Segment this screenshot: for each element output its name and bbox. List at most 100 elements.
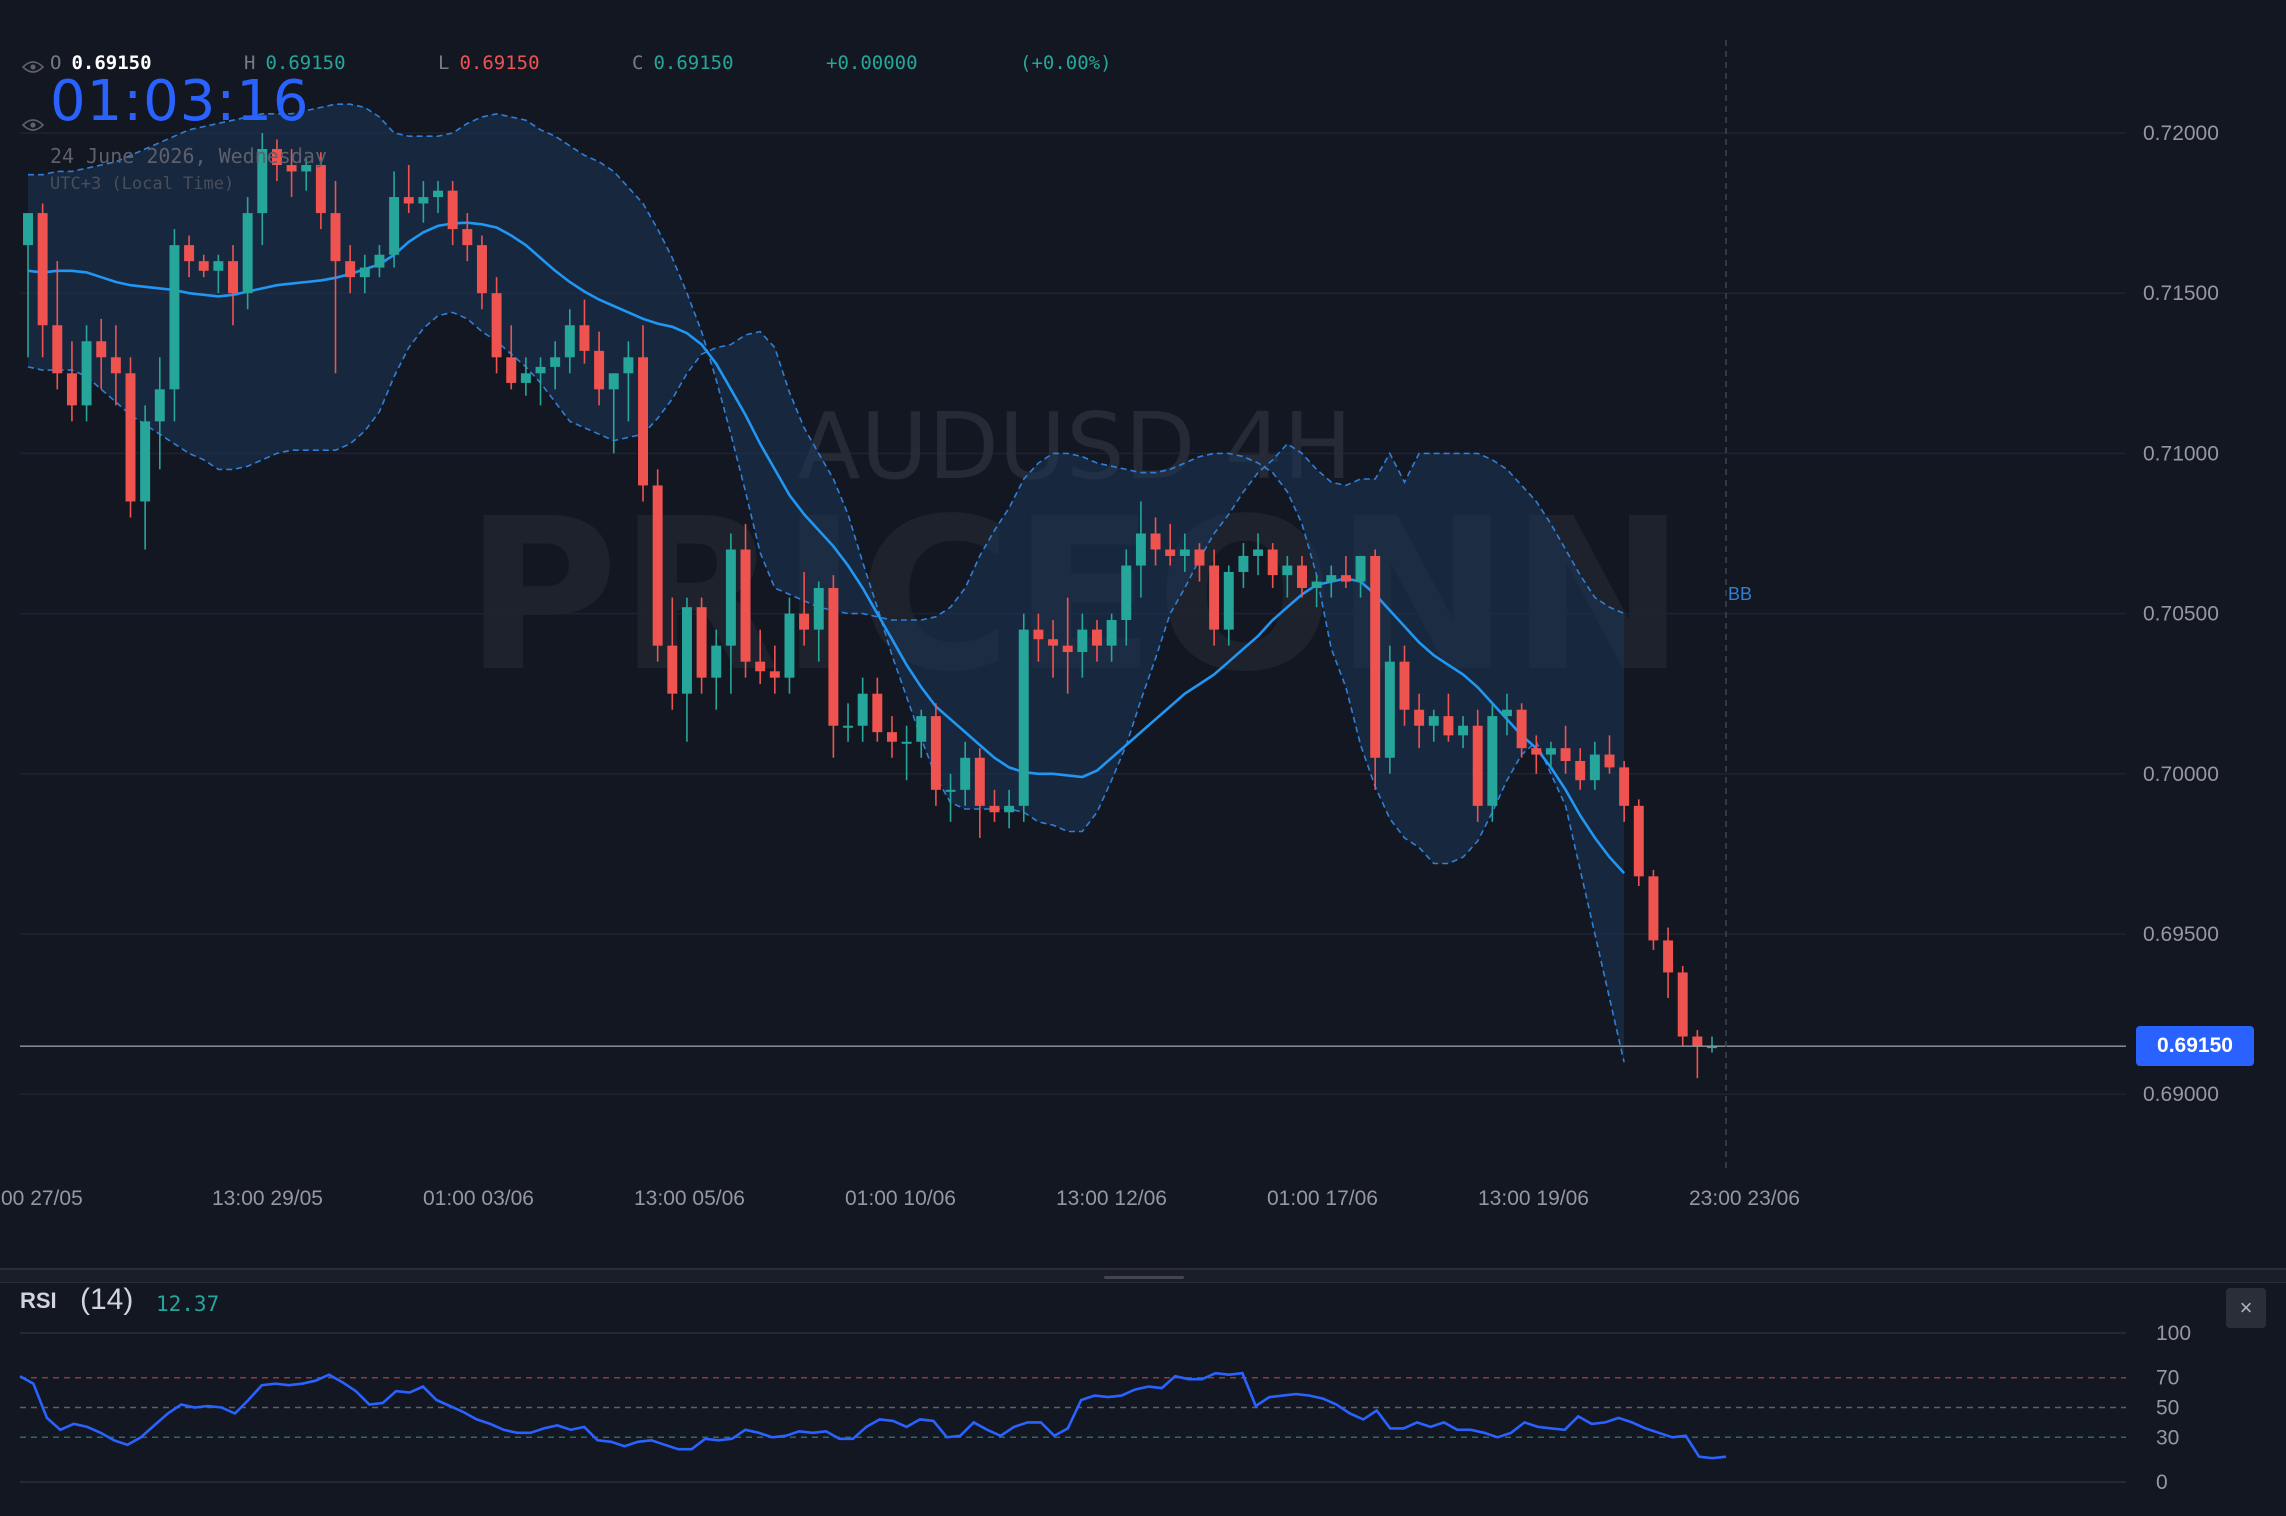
- candle-down: [769, 671, 780, 678]
- candle-down: [506, 357, 517, 383]
- candle-up: [1428, 716, 1439, 726]
- rsi-tick-label: 70: [2156, 1367, 2179, 1390]
- candle-up: [433, 190, 443, 198]
- ohlc-change-percent: (+0.00%): [1020, 52, 1112, 74]
- candle-down: [930, 716, 941, 790]
- candle-up: [418, 197, 429, 204]
- candle-down: [1663, 940, 1674, 973]
- candle-up: [520, 373, 531, 383]
- candle-up: [213, 261, 224, 271]
- candle-down: [345, 261, 356, 278]
- candle-down: [1399, 661, 1410, 710]
- time-tick-label: 13:00 29/05: [212, 1187, 323, 1210]
- candle-up: [535, 366, 546, 374]
- candle-down: [491, 293, 502, 358]
- chart-canvas[interactable]: AUDUSD 4H PRICEONN BB 0.690000.695000.70…: [0, 0, 2286, 1516]
- candle-down: [1150, 533, 1161, 550]
- candle-up: [169, 245, 180, 390]
- candle-down: [1194, 549, 1205, 566]
- rsi-line: [19, 1371, 1727, 1460]
- candle-down: [1560, 748, 1571, 761]
- candle-down: [755, 661, 766, 672]
- candle-down: [1531, 748, 1542, 755]
- candle-down: [1619, 767, 1630, 806]
- candle-down: [1267, 549, 1278, 576]
- time-tick-label: 23:00 23/06: [1689, 1187, 1800, 1210]
- candle-up: [1077, 629, 1088, 653]
- candle-down: [1443, 716, 1454, 736]
- ohlc-low-value: 0.69150: [459, 52, 540, 74]
- clock-display: 01:03:16: [50, 69, 310, 134]
- candle-down: [125, 373, 136, 502]
- price-tick-label: 0.71000: [2143, 442, 2219, 465]
- candle-up: [916, 716, 927, 742]
- candle-up: [608, 373, 619, 390]
- candle-down: [1677, 972, 1688, 1037]
- candle-up: [1487, 716, 1498, 806]
- candle-up: [389, 197, 400, 255]
- candle-up: [1384, 661, 1395, 758]
- candle-down: [652, 485, 663, 646]
- candle-up: [1282, 565, 1293, 576]
- candle-down: [1091, 629, 1102, 646]
- time-tick-label: 13:00 12/06: [1056, 1187, 1167, 1210]
- candle-down: [462, 229, 473, 246]
- rsi-tick-label: 50: [2156, 1397, 2179, 1420]
- candle-down: [828, 587, 839, 726]
- close-icon[interactable]: ×: [2226, 1288, 2266, 1328]
- candle-down: [594, 350, 605, 390]
- candle-down: [1062, 645, 1073, 653]
- candle-up: [359, 267, 370, 278]
- candle-up: [1545, 748, 1556, 755]
- price-axis[interactable]: 0.69000 0.69500 0.70000 0.70500 0.71000 0.715…: [2143, 122, 2219, 1106]
- candle-up: [564, 325, 575, 358]
- time-tick-label: 13:00 05/06: [634, 1187, 745, 1210]
- eye-icon[interactable]: [22, 60, 44, 74]
- candle-down: [315, 165, 326, 214]
- candle-down: [1604, 754, 1615, 768]
- candle-up: [1004, 805, 1015, 813]
- rsi-length: (14): [80, 1283, 134, 1316]
- rsi-tick-label: 0: [2156, 1471, 2168, 1494]
- candle-up: [725, 549, 736, 646]
- candle-down: [1414, 709, 1425, 726]
- candle-down: [872, 693, 883, 733]
- bollinger-label: BB: [1728, 584, 1752, 604]
- candle-down: [96, 341, 107, 358]
- candle-up: [154, 389, 165, 422]
- candle-down: [1648, 876, 1659, 941]
- candle-up: [374, 254, 385, 268]
- candle-down: [1575, 760, 1586, 781]
- candle-up: [857, 693, 868, 726]
- ohlc-close-value: 0.69150: [653, 52, 734, 74]
- candle-down: [110, 357, 121, 374]
- candle-down: [66, 373, 77, 406]
- candle-down: [740, 549, 751, 662]
- candle-up: [1018, 629, 1029, 806]
- time-tick-label: 13:00 19/06: [1478, 1187, 1589, 1210]
- candle-up: [1253, 549, 1264, 556]
- candle-down: [1209, 565, 1220, 630]
- candle-up: [1311, 581, 1322, 588]
- candle-up: [1121, 565, 1132, 621]
- last-price-label: 0.69150: [2136, 1026, 2254, 1066]
- candle-up: [623, 357, 634, 374]
- candle-up: [1326, 575, 1337, 582]
- time-axis[interactable]: 00 27/05 13:00 29/05 01:00 03/06 13:00 05/0…: [1, 1187, 1800, 1210]
- date-display: 24 June 2026, Wednesday: [50, 144, 327, 168]
- bollinger-band: [27, 103, 1626, 1063]
- candle-down: [579, 325, 590, 351]
- candle-down: [1048, 639, 1059, 646]
- candle-up: [1589, 754, 1600, 781]
- candle-down: [52, 325, 63, 374]
- candle-up: [1238, 555, 1249, 572]
- bollinger-fill: [28, 104, 1625, 1063]
- candle-down: [638, 357, 649, 486]
- candle-down: [403, 197, 414, 204]
- candle-down: [1297, 565, 1307, 588]
- candle-up: [945, 789, 956, 792]
- candle-up: [1106, 620, 1117, 646]
- candle-up: [1135, 533, 1146, 566]
- pane-resize-handle[interactable]: [1104, 1276, 1184, 1279]
- eye-icon[interactable]: [22, 118, 44, 132]
